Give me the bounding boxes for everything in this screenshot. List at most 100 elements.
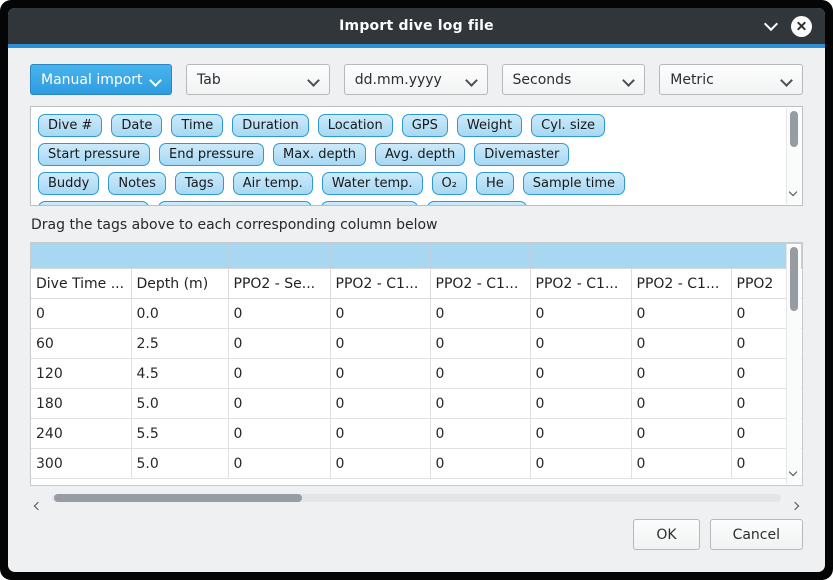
tag-duration[interactable]: Duration [232, 114, 308, 137]
tag-divemaster[interactable]: Divemaster [474, 143, 569, 166]
date-format-value: dd.mm.yyyy [355, 72, 442, 88]
column-drop-target-3[interactable] [330, 243, 430, 269]
table-cell: 0 [330, 419, 430, 449]
date-format-select[interactable]: dd.mm.yyyy [344, 64, 488, 95]
column-drop-target-0[interactable] [31, 243, 131, 269]
tag-weight[interactable]: Weight [457, 114, 522, 137]
horizontal-scroll-thumb[interactable] [54, 494, 302, 502]
tag-water-temp[interactable]: Water temp. [322, 172, 423, 195]
column-header-2: PPO2 - Se... [228, 269, 330, 299]
table-row: 2405.5000000 [31, 419, 803, 449]
horizontal-scroll-track[interactable] [52, 494, 781, 502]
tag-date[interactable]: Date [111, 114, 162, 137]
table-row: 00.0000000 [31, 299, 803, 329]
column-drop-target-4[interactable] [430, 243, 530, 269]
tag-rows: Dive # Date Time Duration Location GPS Weight C… [38, 114, 780, 206]
table-row: 1204.5000000 [31, 359, 803, 389]
scroll-down-icon[interactable] [790, 180, 796, 199]
table-cell: 0 [430, 449, 530, 479]
table-row: 3005.0000000 [31, 449, 803, 479]
table-cell: 0 [430, 419, 530, 449]
table-cell: 0 [330, 449, 430, 479]
tag-panel-scrollbar[interactable] [786, 108, 801, 204]
ok-button[interactable]: OK [633, 519, 699, 550]
tag-avg-depth[interactable]: Avg. depth [375, 143, 465, 166]
table-cell: 5.5 [131, 419, 228, 449]
chevron-down-icon [307, 74, 320, 87]
table-cell: 0 [631, 389, 731, 419]
table-cell: 0 [530, 299, 631, 329]
tag-dive[interactable]: Dive # [38, 114, 102, 137]
units-select[interactable]: Metric [659, 64, 803, 95]
table-cell: 0 [631, 299, 731, 329]
column-header-0: Dive Time ... [31, 269, 131, 299]
table-cell: 0 [631, 449, 731, 479]
drop-row [31, 243, 803, 269]
dialog-content: Manual import Tab dd.mm.yyyy Seconds Met… [8, 48, 825, 572]
tag-max-depth[interactable]: Max. depth [273, 143, 366, 166]
tag-notes[interactable]: Notes [108, 172, 166, 195]
import-mode-select[interactable]: Manual import [30, 64, 172, 95]
table-cell: 0 [330, 389, 430, 419]
cancel-button[interactable]: Cancel [710, 519, 803, 550]
tag-row: Dive # Date Time Duration Location GPS Weight C… [38, 114, 780, 137]
table-cell: 0 [330, 299, 430, 329]
scrollbar-thumb[interactable] [790, 111, 798, 147]
tag-panel: Dive # Date Time Duration Location GPS Weight C… [30, 106, 803, 206]
table-cell: 0 [530, 389, 631, 419]
table-cell: 0 [530, 359, 631, 389]
tag-location[interactable]: Location [318, 114, 393, 137]
table-cell: 0 [430, 329, 530, 359]
horizontal-scrollbar[interactable] [30, 491, 803, 506]
scroll-right-icon[interactable] [792, 494, 798, 513]
table-cell: 0 [228, 389, 330, 419]
tag-time[interactable]: Time [171, 114, 223, 137]
tag-sample-cns[interactable]: Sample CNS [427, 201, 527, 206]
tag-sample-po[interactable]: Sample pO₂ [321, 201, 418, 206]
table-cell: 0 [430, 359, 530, 389]
table-row: 1805.0000000 [31, 389, 803, 419]
table-cell: 0 [530, 419, 631, 449]
duration-format-value: Seconds [513, 72, 572, 88]
tag-end-pressure[interactable]: End pressure [159, 143, 264, 166]
scroll-down-icon[interactable] [790, 460, 796, 479]
close-button[interactable] [791, 16, 812, 37]
column-drop-target-1[interactable] [131, 243, 228, 269]
chevron-down-icon[interactable] [766, 19, 776, 29]
column-drop-target-5[interactable] [530, 243, 631, 269]
table-cell: 5.0 [131, 449, 228, 479]
table-cell: 0 [228, 299, 330, 329]
table-cell: 4.5 [131, 359, 228, 389]
tag-he[interactable]: He [476, 172, 514, 195]
table-cell: 300 [31, 449, 131, 479]
table-cell: 0 [228, 329, 330, 359]
tag-buddy[interactable]: Buddy [38, 172, 99, 195]
table-scrollbar[interactable] [786, 244, 801, 484]
tag-start-pressure[interactable]: Start pressure [38, 143, 150, 166]
table-cell: 0 [530, 329, 631, 359]
header-row: Dive Time ...Depth (m)PPO2 - Se...PPO2 -… [31, 269, 803, 299]
tag-gps[interactable]: GPS [402, 114, 448, 137]
titlebar[interactable]: Import dive log file [8, 8, 825, 44]
table-cell: 0 [430, 299, 530, 329]
field-separator-select[interactable]: Tab [186, 64, 330, 95]
scrollbar-thumb[interactable] [790, 247, 798, 311]
tag-sample-time[interactable]: Sample time [523, 172, 625, 195]
tag-sample-depth[interactable]: Sample depth [38, 201, 149, 206]
table-cell: 0.0 [131, 299, 228, 329]
table-cell: 60 [31, 329, 131, 359]
table-cell: 0 [330, 359, 430, 389]
tag-tags[interactable]: Tags [175, 172, 224, 195]
chevron-down-icon [149, 74, 162, 87]
column-drop-target-6[interactable] [631, 243, 731, 269]
tag-air-temp[interactable]: Air temp. [233, 172, 313, 195]
column-drop-target-2[interactable] [228, 243, 330, 269]
tag-o[interactable]: O₂ [432, 172, 467, 195]
duration-format-select[interactable]: Seconds [502, 64, 646, 95]
scroll-left-icon[interactable] [35, 494, 41, 513]
import-mode-value: Manual import [41, 72, 143, 88]
table-cell: 120 [31, 359, 131, 389]
tag-row: Start pressure End pressure Max. depth Avg.… [38, 143, 780, 166]
tag-cyl-size[interactable]: Cyl. size [531, 114, 605, 137]
tag-sample-temperature[interactable]: Sample temperature [158, 201, 313, 206]
